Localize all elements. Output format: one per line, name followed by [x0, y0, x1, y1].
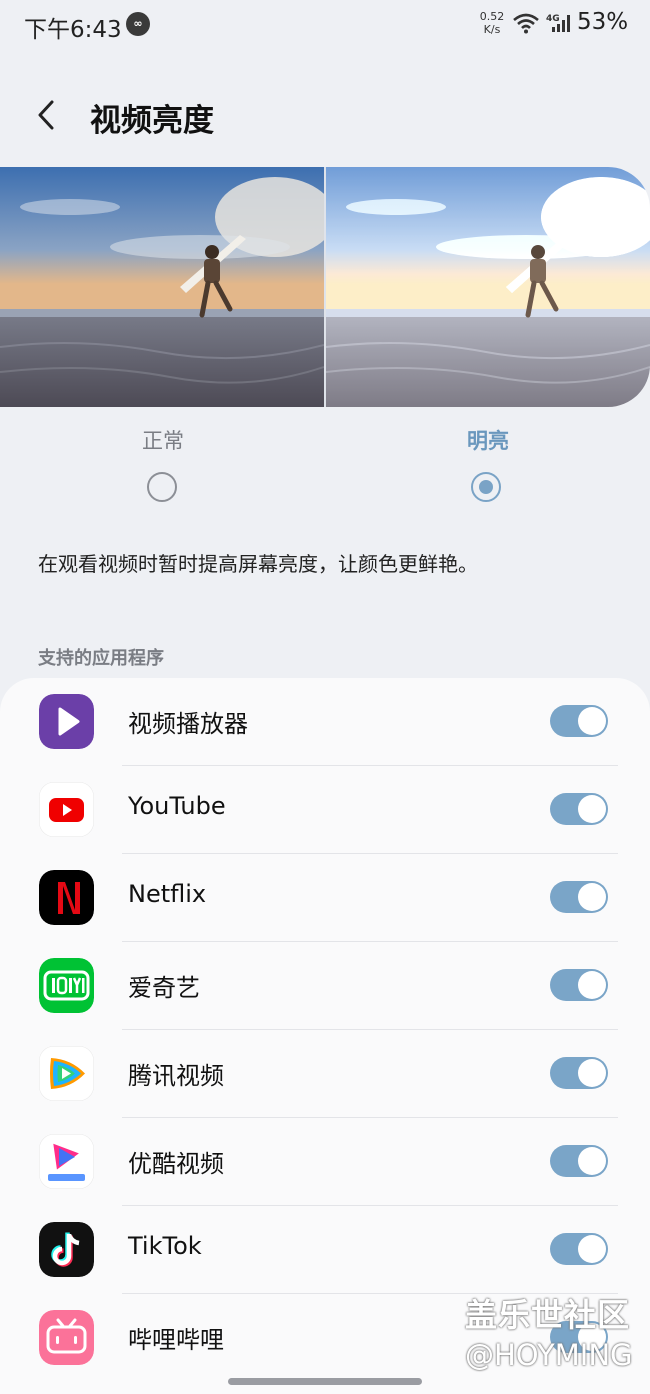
iqiyi-icon [39, 958, 94, 1013]
option-bright-radio[interactable] [471, 472, 501, 502]
tiktok-icon [39, 1222, 94, 1277]
app-list-card: 视频播放器 YouTube Netflix 爱奇艺 腾讯视频 优酷视频 TikT… [0, 678, 650, 1394]
option-bright-label: 明亮 [467, 429, 509, 453]
back-button[interactable] [30, 98, 64, 132]
app-toggle-youku[interactable] [550, 1145, 608, 1177]
app-row-netflix[interactable]: Netflix [0, 854, 650, 942]
app-name: TikTok [128, 1232, 202, 1260]
app-toggle-video-player[interactable] [550, 705, 608, 737]
app-row-video-player[interactable]: 视频播放器 [0, 678, 650, 766]
app-name: 腾讯视频 [128, 1062, 224, 1090]
video-player-icon [39, 694, 94, 749]
network-speed: 0.52 K/s [474, 10, 510, 36]
tencent-video-icon [39, 1046, 94, 1101]
preview-normal-image [0, 167, 324, 407]
cellular-signal-icon: 4G [546, 14, 570, 32]
option-normal-label: 正常 [142, 429, 184, 453]
app-name: 视频播放器 [128, 710, 248, 738]
app-toggle-youtube[interactable] [550, 793, 608, 825]
app-name: 爱奇艺 [128, 974, 200, 1002]
netflix-icon [39, 870, 94, 925]
youku-icon [39, 1134, 94, 1189]
app-row-iqiyi[interactable]: 爱奇艺 [0, 942, 650, 1030]
youtube-icon [39, 782, 94, 837]
network-speed-unit: K/s [483, 23, 501, 36]
app-name: Netflix [128, 880, 207, 908]
status-bar: 下午6:43 ∞ 0.52 K/s 4G 53% [0, 0, 650, 50]
brightness-preview [0, 167, 650, 407]
app-row-youku[interactable]: 优酷视频 [0, 1118, 650, 1206]
app-toggle-iqiyi[interactable] [550, 969, 608, 1001]
description-text: 在观看视频时暂时提高屏幕亮度，让颜色更鲜艳。 [38, 552, 478, 576]
app-name: YouTube [128, 792, 226, 820]
watermark-community: 盖乐世社区 [465, 1296, 631, 1334]
battery-level: 53% [577, 9, 629, 35]
home-indicator[interactable] [228, 1378, 422, 1385]
wifi-icon [513, 13, 539, 34]
preview-bright-image [326, 167, 650, 407]
app-row-youtube[interactable]: YouTube [0, 766, 650, 854]
watermark-handle: @HOYMING [465, 1338, 633, 1372]
app-row-tencent-video[interactable]: 腾讯视频 [0, 1030, 650, 1118]
status-badge: ∞ [126, 12, 150, 36]
status-time: 下午6:43 [24, 17, 122, 43]
app-row-tiktok[interactable]: TikTok [0, 1206, 650, 1294]
network-type: 4G [546, 14, 560, 24]
app-name: 哔哩哔哩 [128, 1326, 224, 1354]
app-toggle-tencent-video[interactable] [550, 1057, 608, 1089]
app-toggle-netflix[interactable] [550, 881, 608, 913]
page-header: 视频亮度 [0, 80, 650, 150]
bilibili-icon [39, 1310, 94, 1365]
supported-apps-label: 支持的应用程序 [38, 648, 164, 669]
app-name: 优酷视频 [128, 1150, 224, 1178]
option-normal-radio[interactable] [147, 472, 177, 502]
network-speed-value: 0.52 [479, 10, 505, 23]
page-title: 视频亮度 [90, 103, 214, 139]
app-toggle-tiktok[interactable] [550, 1233, 608, 1265]
